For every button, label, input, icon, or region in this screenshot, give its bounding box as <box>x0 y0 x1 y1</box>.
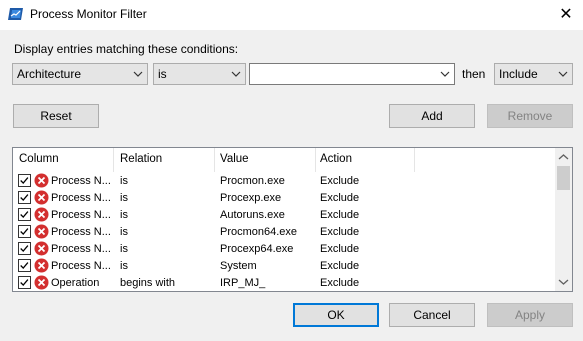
exclude-x-icon <box>34 173 49 188</box>
row-action-cell: Exclude <box>320 243 360 255</box>
chevron-down-icon <box>231 71 241 77</box>
exclude-x-icon <box>34 224 49 239</box>
column-header-column[interactable]: Column <box>19 153 59 165</box>
column-select[interactable]: Architecture <box>12 63 148 85</box>
row-column-cell: Operation <box>51 277 100 289</box>
table-row[interactable]: Process N... is System Exclude <box>13 258 555 275</box>
row-column-cell: Process N... <box>51 209 111 221</box>
table-row[interactable]: Process N... is Procexp64.exe Exclude <box>13 241 555 258</box>
exclude-x-icon <box>34 241 49 256</box>
row-relation-cell: is <box>120 209 128 221</box>
row-action-cell: Exclude <box>320 192 360 204</box>
row-value-cell: Procmon64.exe <box>220 226 298 238</box>
then-label: then <box>462 67 486 81</box>
table-row[interactable]: Operation begins with IRP_MJ_ Exclude <box>13 275 555 291</box>
column-header-relation[interactable]: Relation <box>120 153 162 165</box>
row-action-cell: Exclude <box>320 226 360 238</box>
row-relation-cell: begins with <box>120 277 176 289</box>
scrollbar-thumb[interactable] <box>557 166 570 190</box>
header-divider[interactable] <box>113 148 114 172</box>
row-value-cell: Autoruns.exe <box>220 209 285 221</box>
column-header-value[interactable]: Value <box>220 153 249 165</box>
conditions-prompt: Display entries matching these condition… <box>14 42 239 56</box>
action-select[interactable]: Include <box>494 63 573 85</box>
column-select-value: Architecture <box>17 67 82 81</box>
add-button[interactable]: Add <box>389 104 475 128</box>
exclude-x-icon <box>34 258 49 273</box>
row-checkbox[interactable] <box>18 174 31 187</box>
row-action-cell: Exclude <box>320 209 360 221</box>
vertical-scrollbar[interactable] <box>555 148 572 291</box>
title-bar: Process Monitor Filter ✕ <box>0 0 583 30</box>
reset-button[interactable]: Reset <box>13 104 99 128</box>
row-value-cell: System <box>220 260 257 272</box>
row-relation-cell: is <box>120 175 128 187</box>
header-divider[interactable] <box>414 148 415 172</box>
row-action-cell: Exclude <box>320 260 360 272</box>
close-icon[interactable]: ✕ <box>556 5 576 23</box>
row-checkbox[interactable] <box>18 259 31 272</box>
row-checkbox[interactable] <box>18 191 31 204</box>
row-action-cell: Exclude <box>320 175 360 187</box>
exclude-x-icon <box>34 207 49 222</box>
row-value-cell: Procmon.exe <box>220 175 285 187</box>
cancel-button[interactable]: Cancel <box>389 303 475 327</box>
row-value-cell: IRP_MJ_ <box>220 277 266 289</box>
filter-list[interactable]: Column Relation Value Action Process N..… <box>12 147 573 292</box>
chevron-down-icon <box>133 71 143 77</box>
table-row[interactable]: Process N... is Procmon64.exe Exclude <box>13 224 555 241</box>
ok-button[interactable]: OK <box>293 303 379 327</box>
row-column-cell: Process N... <box>51 260 111 272</box>
row-column-cell: Process N... <box>51 175 111 187</box>
scroll-down-icon[interactable] <box>558 278 569 286</box>
procmon-icon <box>8 8 23 20</box>
exclude-x-icon <box>34 275 49 290</box>
row-value-cell: Procexp.exe <box>220 192 282 204</box>
value-combo[interactable] <box>249 63 455 85</box>
table-row[interactable]: Process N... is Autoruns.exe Exclude <box>13 207 555 224</box>
row-column-cell: Process N... <box>51 226 111 238</box>
row-checkbox[interactable] <box>18 242 31 255</box>
row-checkbox[interactable] <box>18 276 31 289</box>
row-column-cell: Process N... <box>51 243 111 255</box>
action-select-value: Include <box>499 67 538 81</box>
table-row[interactable]: Process N... is Procexp.exe Exclude <box>13 190 555 207</box>
row-relation-cell: is <box>120 260 128 272</box>
row-column-cell: Process N... <box>51 192 111 204</box>
list-header: Column Relation Value Action <box>13 148 555 172</box>
exclude-x-icon <box>34 190 49 205</box>
row-checkbox[interactable] <box>18 225 31 238</box>
scroll-up-icon[interactable] <box>558 153 569 161</box>
relation-select[interactable]: is <box>153 63 246 85</box>
remove-button[interactable]: Remove <box>487 104 573 128</box>
row-relation-cell: is <box>120 192 128 204</box>
row-action-cell: Exclude <box>320 277 360 289</box>
column-header-action[interactable]: Action <box>320 153 352 165</box>
table-row[interactable]: Process N... is Procmon.exe Exclude <box>13 173 555 190</box>
chevron-down-icon[interactable] <box>440 69 450 79</box>
apply-button[interactable]: Apply <box>487 303 573 327</box>
header-divider[interactable] <box>315 148 316 172</box>
row-value-cell: Procexp64.exe <box>220 243 294 255</box>
row-relation-cell: is <box>120 243 128 255</box>
row-checkbox[interactable] <box>18 208 31 221</box>
row-relation-cell: is <box>120 226 128 238</box>
chevron-down-icon <box>558 71 568 77</box>
window-title: Process Monitor Filter <box>30 7 147 21</box>
header-divider[interactable] <box>214 148 215 172</box>
relation-select-value: is <box>158 67 167 81</box>
